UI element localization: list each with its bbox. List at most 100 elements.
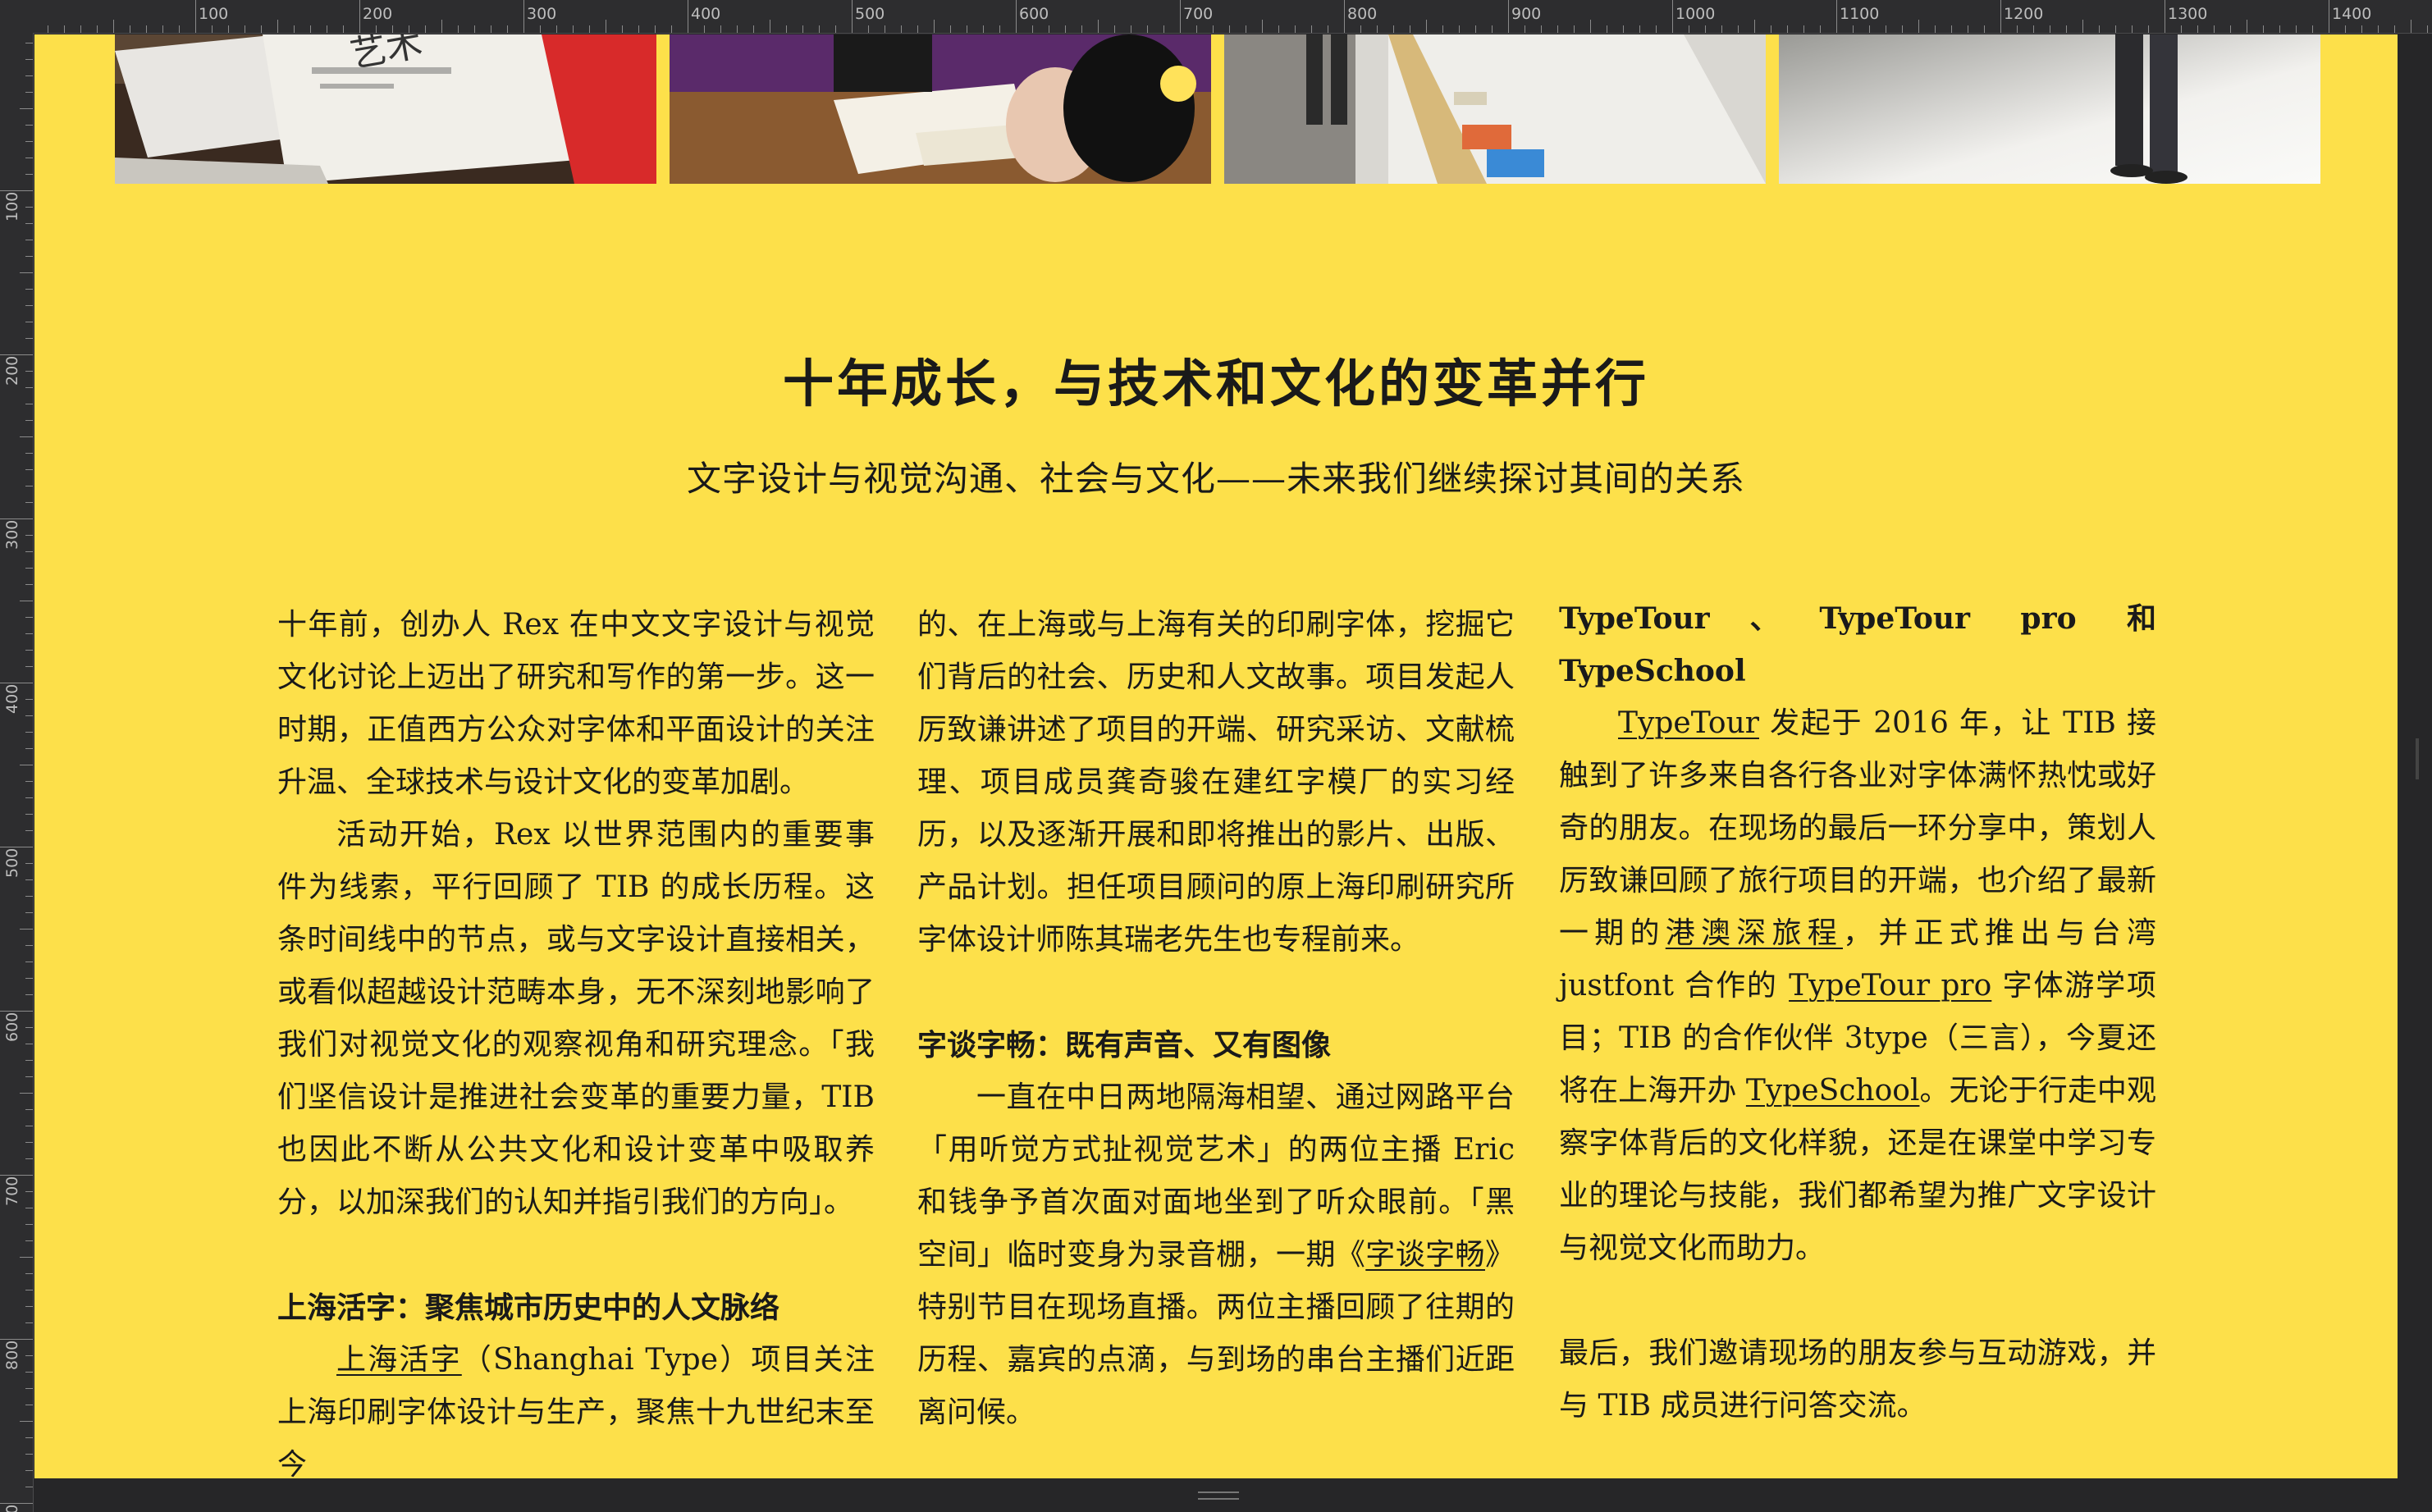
zitan-zichang-link[interactable]: 字谈字畅 [1365,1238,1485,1272]
ruler-tick [737,25,738,33]
ruler-tick [25,1027,33,1028]
ruler-tick [25,1224,33,1225]
ruler-tick [983,25,984,33]
exhibition-table-photo [1224,34,1766,184]
ruler-tick [25,502,33,503]
typetour-link[interactable]: TypeTour [1618,706,1759,740]
ruler-tick [162,25,163,33]
ruler-tick [802,25,803,33]
ruler-tick [25,371,33,372]
ruler-tick [25,256,33,257]
ruler-tick [1672,0,1673,33]
ruler-tick [25,1437,33,1438]
ruler-tick [2230,25,2231,33]
ruler-tick [277,20,278,33]
page-subtitle: 文字设计与视觉沟通、社会与文化——未来我们继续探讨其间的关系 [686,459,1745,499]
ruler-tick [294,25,295,33]
ruler-tick [622,25,623,33]
horizontal-ruler[interactable]: 100 200 300 400 500 600 700 800 900 1000 1100 1200 1… [33,0,2432,34]
ruler-tick [1754,20,1755,33]
ruler-tick [2263,25,2264,33]
ruler-tick [25,584,33,585]
ruler-tick [25,207,33,208]
ruler-tick [25,1158,33,1159]
ruler-tick [1393,25,1394,33]
ruler-tick [179,25,180,33]
ruler-tick [1311,25,1312,33]
editor-canvas: 100 200 300 400 500 600 700 800 900 1000 1100 1200 1… [0,0,2432,1512]
right-resize-grip[interactable] [2416,738,2419,779]
bottom-resize-grip[interactable] [1198,1491,1239,1500]
ruler-tick [1836,0,1837,33]
ruler-tick [999,25,1000,33]
ruler-label: 500 [855,5,885,23]
ruler-tick [704,25,705,33]
ruler-tick [25,1388,33,1389]
ruler-tick [2082,20,2083,33]
ruler-tick [25,1240,33,1241]
ruler-tick [2017,25,2018,33]
section-heading: 字谈字畅：既有声音、又有图像 [917,1028,1332,1062]
ruler-tick [934,20,935,33]
ruler-corner [0,0,33,33]
ruler-tick [655,25,656,33]
ruler-tick [556,25,557,33]
ruler-tick [25,666,33,667]
hk-macau-shenzhen-tour-link[interactable]: 港澳深旅程 [1666,916,1843,950]
ruler-tick [113,20,114,33]
ruler-tick [1705,25,1706,33]
ruler-tick [25,896,33,897]
ruler-tick [1574,25,1575,33]
ruler-tick [1426,20,1427,33]
ruler-tick [917,25,918,33]
ruler-tick [25,1306,33,1307]
ruler-label: 300 [3,519,21,550]
ruler-tick [2099,25,2100,33]
typeschool-link[interactable]: TypeSchool [1746,1074,1920,1108]
ruler-tick [868,25,869,33]
ruler-tick [25,1142,33,1143]
paragraph: 最后，我们邀请现场的朋友参与互动游戏，并与 TIB 成员进行问答交流。 [1559,1336,2156,1423]
ruler-tick [25,1322,33,1323]
ruler-tick [25,551,33,552]
ruler-tick [25,830,33,831]
ruler-tick [1098,20,1099,33]
ruler-tick [1016,0,1017,33]
shanghai-type-link[interactable]: 上海活字 [336,1343,462,1377]
ruler-tick [1557,25,1558,33]
ruler-tick [195,0,196,33]
ruler-tick [1278,25,1279,33]
ruler-label: 100 [3,191,21,222]
ruler-tick [852,0,853,33]
ruler-tick [212,25,213,33]
paragraph-text: 发起于 2016 年，让 TIB 接触到了许多来自各行各业对字体满怀热忱或好奇的… [1559,706,2156,950]
ruler-tick [1459,25,1460,33]
ruler-tick [80,25,81,33]
vertical-ruler[interactable]: 100 200 300 400 500 600 700 800 900 [0,33,34,1512]
ruler-tick [25,174,33,175]
paragraph: 上海活字（Shanghai Type）项目关注上海印刷字体设计与生产，聚焦十九世… [277,1334,875,1491]
ruler-tick [2132,25,2133,33]
ruler-tick [1032,25,1033,33]
ruler-tick [20,1093,33,1094]
ruler-tick [2312,25,2313,33]
ruler-tick [2378,25,2379,33]
ruler-tick [25,141,33,142]
ruler-tick [25,125,33,126]
ruler-tick [25,879,33,880]
ruler-tick [228,25,229,33]
ruler-tick [25,1454,33,1455]
ruler-tick [146,25,147,33]
ruler-tick [25,994,33,995]
typetour-pro-link[interactable]: TypeTour pro [1789,969,1991,1003]
ruler-tick [835,25,836,33]
ruler-tick [523,0,524,33]
ruler-tick [901,25,902,33]
ruler-tick [2148,25,2149,33]
ruler-tick [25,748,33,749]
text-column-3: TypeTour、TypeTour pro 和 TypeSchool TypeT… [1559,592,2156,1432]
ruler-tick [25,978,33,979]
ruler-tick [458,25,459,33]
ruler-tick [2345,25,2346,33]
ruler-label: 900 [3,1505,21,1512]
